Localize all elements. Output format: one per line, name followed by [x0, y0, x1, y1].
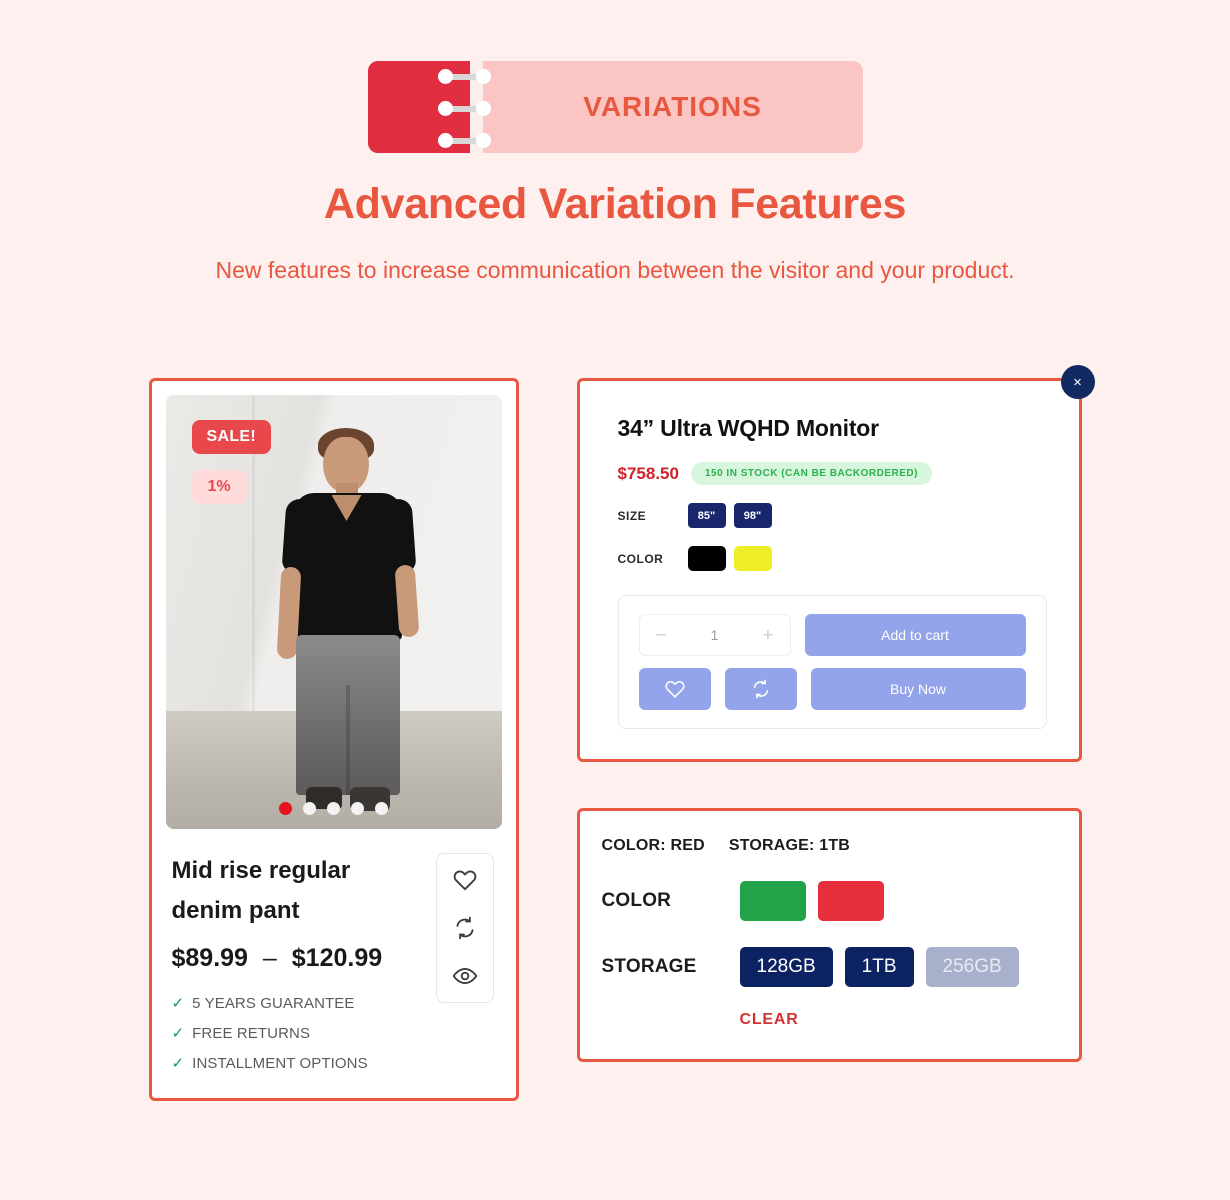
variation-label: STORAGE — [601, 956, 697, 977]
feature-label: 5 YEARS GUARANTEE — [192, 994, 355, 1012]
page-subtitle: New features to increase communication b… — [215, 257, 1015, 283]
variation-color-swatches — [739, 881, 884, 921]
carousel-dot[interactable] — [375, 802, 388, 815]
selected-variation-summary: COLOR: RED STORAGE: 1TB — [602, 837, 1049, 855]
list-item: ✓ 5 YEARS GUARANTEE — [172, 989, 424, 1019]
attribute-label: SIZE — [617, 508, 647, 523]
compare-button[interactable] — [724, 668, 797, 710]
monitor-title: 34” Ultra WQHD Monitor — [617, 415, 880, 441]
size-swatch[interactable]: 85" — [687, 503, 726, 528]
quantity-stepper[interactable]: − 1 + — [638, 614, 791, 656]
product-card: SALE! 1% Mid rise regular denim pant $89… — [148, 378, 519, 1101]
discount-badge: 1% — [191, 470, 247, 504]
sale-badge: SALE! — [191, 420, 271, 454]
size-swatch[interactable]: 98" — [733, 503, 772, 528]
size-swatches: 85" 98" — [687, 503, 772, 528]
carousel-dot[interactable] — [303, 802, 316, 815]
feature-label: INSTALLMENT OPTIONS — [192, 1055, 368, 1073]
color-swatches — [687, 546, 772, 571]
close-icon[interactable]: × — [1060, 365, 1095, 399]
add-to-cart-button[interactable]: Add to cart — [804, 614, 1026, 656]
monitor-price-row: $758.50 150 IN STOCK (CAN BE BACKORDERED… — [618, 462, 1047, 485]
list-item: ✓ FREE RETURNS — [172, 1019, 424, 1049]
compare-icon[interactable] — [452, 915, 478, 941]
clear-button[interactable]: CLEAR — [740, 1011, 799, 1029]
variation-label: COLOR — [601, 890, 672, 911]
product-price-range: $89.99 – $120.99 — [172, 944, 424, 973]
attribute-row-color: COLOR — [618, 546, 1047, 571]
cart-panel: − 1 + Add to cart Buy Now — [617, 595, 1047, 729]
wishlist-button[interactable] — [638, 668, 711, 710]
storage-option[interactable]: 256GB — [925, 947, 1019, 987]
quantity-decrement[interactable]: − — [656, 626, 667, 645]
color-swatch-green[interactable] — [739, 881, 806, 921]
quantity-increment[interactable]: + — [762, 626, 773, 645]
heart-icon[interactable] — [452, 867, 478, 893]
feature-label: FREE RETURNS — [192, 1024, 311, 1042]
feature-list: ✓ 5 YEARS GUARANTEE ✓ FREE RETURNS ✓ INS… — [172, 989, 424, 1080]
check-icon: ✓ — [171, 1055, 185, 1073]
page-header: VARIATIONS Advanced Variation Features N… — [0, 0, 1230, 290]
attribute-label: COLOR — [617, 551, 664, 566]
check-icon: ✓ — [171, 994, 185, 1012]
ribbon-label: VARIATIONS — [583, 91, 762, 122]
variation-row-color: COLOR — [602, 881, 1049, 921]
variations-ribbon: VARIATIONS — [367, 61, 863, 153]
variation-storage-options: 128GB 1TB 256GB — [739, 947, 1019, 987]
monitor-price: $758.50 — [617, 463, 679, 483]
list-item: ✓ INSTALLMENT OPTIONS — [172, 1049, 424, 1079]
product-info: Mid rise regular denim pant $89.99 – $12… — [166, 829, 502, 1084]
eye-icon[interactable] — [452, 963, 478, 989]
price-separator: – — [262, 943, 277, 972]
quantity-value[interactable]: 1 — [711, 627, 719, 643]
carousel-dot[interactable] — [351, 802, 364, 815]
variation-selector-card: COLOR: RED STORAGE: 1TB COLOR STORAGE 12… — [576, 808, 1082, 1062]
color-swatch-yellow[interactable] — [733, 546, 772, 571]
ring-icon — [437, 132, 498, 148]
left-column: SALE! 1% Mid rise regular denim pant $89… — [148, 378, 519, 1101]
product-title[interactable]: Mid rise regular denim pant — [172, 851, 424, 932]
right-column: × 34” Ultra WQHD Monitor $758.50 150 IN … — [576, 365, 1095, 1062]
carousel-dot[interactable] — [327, 802, 340, 815]
carousel-dot[interactable] — [279, 802, 292, 815]
summary-color: COLOR: RED — [601, 837, 705, 854]
color-swatch-black[interactable] — [687, 546, 726, 571]
cart-row-secondary: Buy Now — [638, 668, 1026, 710]
model-jeans-seam — [345, 685, 350, 795]
heart-icon — [664, 680, 685, 698]
page-title: Advanced Variation Features — [323, 180, 907, 228]
summary-storage: STORAGE: 1TB — [728, 837, 851, 854]
compare-icon — [753, 679, 768, 699]
status-badge: 150 IN STOCK (CAN BE BACKORDERED) — [690, 462, 932, 485]
product-image: SALE! 1% — [165, 395, 502, 829]
variation-row-storage: STORAGE 128GB 1TB 256GB — [602, 947, 1049, 987]
attribute-row-size: SIZE 85" 98" — [618, 503, 1047, 528]
check-icon: ✓ — [171, 1024, 185, 1042]
storage-option[interactable]: 1TB — [844, 947, 914, 987]
content-columns: SALE! 1% Mid rise regular denim pant $89… — [0, 365, 1230, 1101]
ring-icon — [437, 68, 498, 84]
product-action-rail — [435, 853, 494, 1003]
monitor-product-card: × 34” Ultra WQHD Monitor $758.50 150 IN … — [576, 365, 1095, 762]
storage-option[interactable]: 128GB — [739, 947, 833, 987]
carousel-dots[interactable] — [166, 802, 502, 815]
color-swatch-red[interactable] — [817, 881, 884, 921]
cart-row-primary: − 1 + Add to cart — [638, 614, 1026, 656]
price-max: $120.99 — [291, 943, 383, 972]
product-info-main: Mid rise regular denim pant $89.99 – $12… — [172, 851, 424, 1080]
buy-now-button[interactable]: Buy Now — [810, 668, 1026, 710]
price-min: $89.99 — [171, 943, 248, 972]
